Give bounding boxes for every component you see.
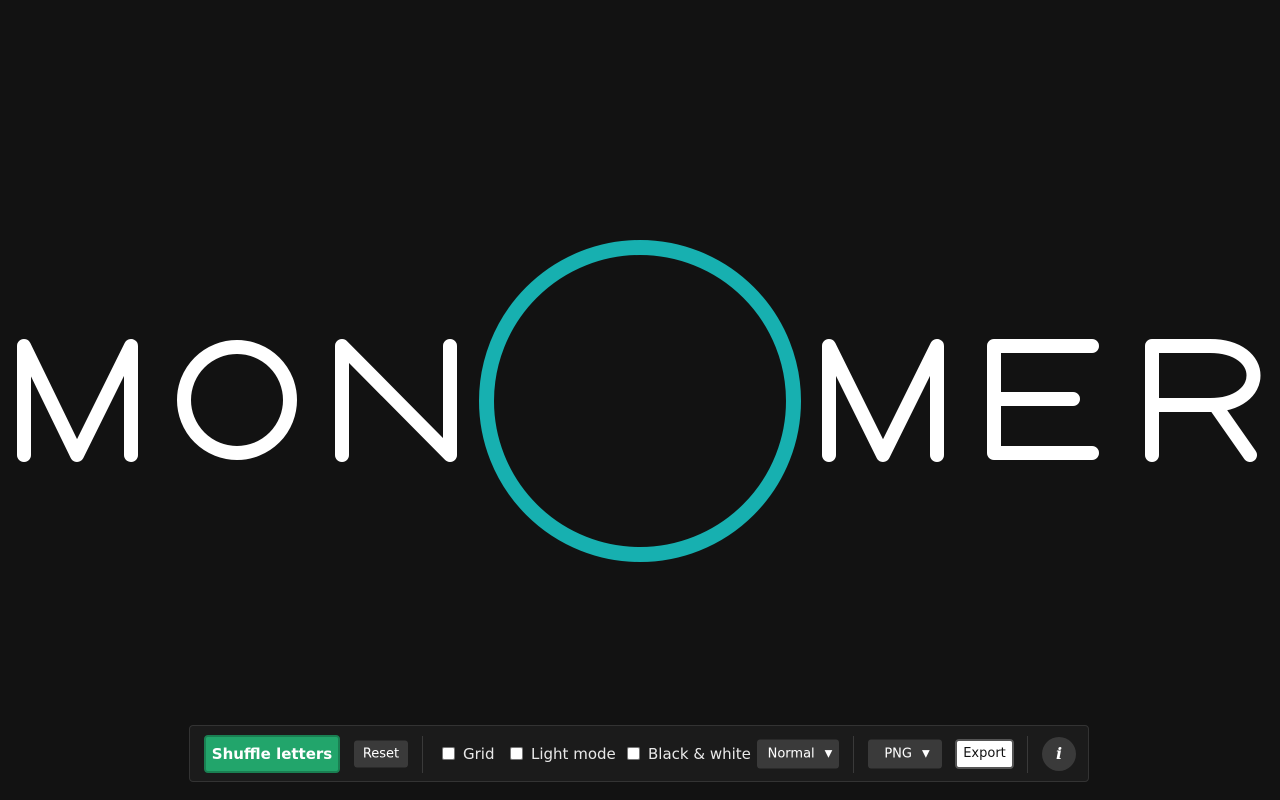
toolbar: Shuffle letters Reset Grid Light mode Bl… (189, 725, 1089, 782)
monomer-logo (17, 240, 1261, 562)
info-icon[interactable]: i (1042, 736, 1076, 771)
logo-letter-m-1 (17, 339, 138, 462)
reset-button[interactable]: Reset (354, 740, 408, 767)
grid-toggle[interactable]: Grid (442, 745, 494, 763)
black-white-toggle[interactable]: Black & white (627, 745, 751, 763)
mode-select[interactable]: Normal ▼ (757, 739, 839, 768)
export-button[interactable]: Export (955, 738, 1014, 769)
logo-letter-o-accent (479, 240, 801, 562)
logo-letter-m-2 (822, 339, 944, 462)
mode-select-value: Normal (767, 746, 815, 761)
logo-letter-o-1 (177, 340, 297, 460)
logo-letter-n (335, 339, 457, 462)
light-mode-toggle[interactable]: Light mode (510, 745, 616, 763)
black-white-label: Black & white (648, 744, 751, 763)
toolbar-divider (853, 736, 854, 773)
light-mode-label: Light mode (531, 744, 616, 763)
toolbar-divider (422, 736, 423, 773)
format-select-value: PNG (884, 746, 912, 761)
canvas: Shuffle letters Reset Grid Light mode Bl… (0, 0, 1280, 800)
light-mode-checkbox[interactable] (510, 747, 523, 760)
logo-letter-r (1145, 339, 1261, 462)
black-white-checkbox[interactable] (627, 747, 640, 760)
chevron-down-icon: ▼ (824, 748, 833, 759)
grid-checkbox[interactable] (442, 747, 455, 760)
toolbar-divider (1027, 736, 1028, 773)
shuffle-letters-button[interactable]: Shuffle letters (204, 734, 340, 773)
chevron-down-icon: ▼ (921, 748, 930, 759)
logo-letter-e (987, 339, 1099, 460)
grid-label: Grid (463, 744, 495, 763)
format-select[interactable]: PNG ▼ (868, 739, 942, 768)
